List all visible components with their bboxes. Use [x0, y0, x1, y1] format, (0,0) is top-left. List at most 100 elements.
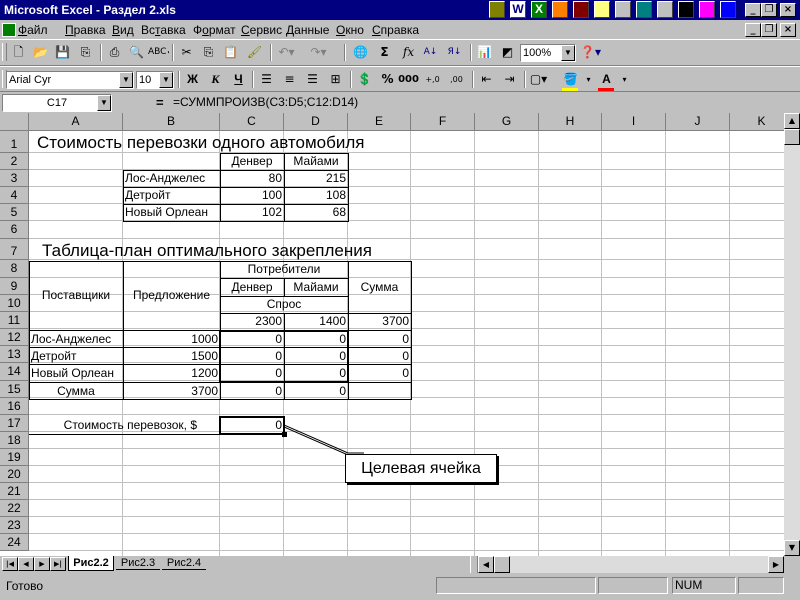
prev-sheet-icon[interactable]: ◀ [18, 557, 34, 571]
total-label[interactable]: Сумма [29, 383, 123, 400]
format-painter-icon[interactable]: 🖌 [244, 43, 265, 62]
column-header-d[interactable]: D [284, 113, 348, 131]
currency-icon[interactable]: 💲 [354, 70, 375, 89]
help-app-icon[interactable] [720, 1, 736, 18]
sum-header[interactable]: Сумма [348, 261, 411, 313]
formula-input[interactable]: =СУММПРОИЗВ(C3:D5;C12:D14) [170, 94, 798, 112]
sheet-tab[interactable]: Рис2.3 [116, 556, 160, 570]
row-header[interactable]: 23 [0, 517, 29, 534]
font-size-select[interactable]: 10 ▼ [136, 71, 174, 89]
column-header-b[interactable]: B [123, 113, 220, 131]
demand-denver[interactable]: 2300 [220, 313, 284, 330]
row-header[interactable]: 7 [0, 239, 29, 260]
align-center-icon[interactable]: ≡ [279, 70, 300, 89]
consumer-miami[interactable]: Майами [284, 279, 348, 296]
drawing-icon[interactable]: ◩ [497, 43, 518, 62]
vertical-scroll-thumb[interactable] [784, 129, 800, 145]
chart-wizard-icon[interactable]: 📊 [474, 43, 495, 62]
sheet-tab[interactable]: Рис2.4 [162, 556, 206, 570]
scroll-down-icon[interactable]: ▼ [784, 540, 800, 556]
function-icon[interactable]: fx [398, 43, 419, 62]
plan-row-name[interactable]: Новый Орлеан [29, 365, 123, 382]
column-header-c[interactable]: C [220, 113, 284, 131]
word-icon[interactable]: W [510, 1, 526, 18]
cost-row-city[interactable]: Лос-Анджелес [123, 170, 220, 187]
cost-table-title[interactable]: Стоимость перевозки одного автомобиля [35, 133, 366, 153]
horizontal-scrollbar[interactable]: ◀ ▶ [478, 556, 784, 573]
spelling-icon[interactable]: ABC✓ [148, 43, 169, 62]
merge-center-icon[interactable]: ⊞ [325, 70, 346, 89]
vertical-scrollbar[interactable]: ▲ ▼ [784, 113, 800, 556]
thousands-separator-icon[interactable]: 000 [398, 70, 419, 89]
plan-value[interactable]: 0 [284, 365, 348, 382]
row-header[interactable]: 1 [0, 131, 29, 153]
font-name-select[interactable]: Arial Cyr ▼ [6, 71, 134, 89]
row-header[interactable]: 19 [0, 449, 29, 466]
zoom-select[interactable]: 100% ▼ [520, 44, 576, 62]
cost-value[interactable]: 102 [220, 204, 284, 221]
office-assistant-icon[interactable]: ❓▾ [580, 43, 601, 62]
column-header-h[interactable]: H [539, 113, 602, 131]
row-header[interactable]: 13 [0, 346, 29, 363]
row-header[interactable]: 6 [0, 221, 29, 239]
menu-view[interactable]: Вид [112, 23, 134, 37]
zoom-dropdown-icon[interactable]: ▼ [561, 45, 575, 61]
menu-tools[interactable]: Сервис [241, 23, 282, 37]
cost-row-city[interactable]: Детройт [123, 187, 220, 204]
demand-miami[interactable]: 1400 [284, 313, 348, 330]
autosum-icon[interactable]: Σ [374, 43, 395, 62]
target-cell-callout[interactable]: Целевая ячейка [345, 454, 497, 483]
copy-icon[interactable]: ⎘ [198, 43, 219, 62]
menu-window[interactable]: Окно [336, 23, 364, 37]
select-all-corner[interactable] [0, 113, 29, 131]
underline-button[interactable]: Ч [228, 70, 249, 89]
row-header[interactable]: 16 [0, 398, 29, 415]
menu-help[interactable]: Справка [372, 23, 419, 37]
app-minimize-button[interactable]: _ [745, 3, 761, 17]
office-app-icon[interactable] [657, 1, 673, 18]
plan-value[interactable]: 0 [284, 348, 348, 365]
access-icon[interactable] [573, 1, 589, 18]
sort-ascending-icon[interactable]: A↓ [420, 43, 441, 62]
italic-button[interactable]: К [205, 70, 226, 89]
menu-format[interactable]: Формат [193, 23, 236, 37]
row-header[interactable]: 18 [0, 432, 29, 449]
scroll-right-icon[interactable]: ▶ [768, 556, 784, 573]
binder-save-icon[interactable]: ⎘ [75, 43, 96, 62]
cost-value[interactable]: 215 [284, 170, 348, 187]
row-header[interactable]: 8 [0, 260, 29, 278]
save-icon[interactable]: 💾 [52, 43, 73, 62]
column-header-i[interactable]: I [602, 113, 666, 131]
plan-row-supply[interactable]: 1000 [123, 331, 220, 348]
toolbar-grip[interactable] [2, 43, 7, 61]
monitor-icon[interactable] [678, 1, 694, 18]
cost-value[interactable]: 100 [220, 187, 284, 204]
print-preview-icon[interactable]: 🔍 [126, 43, 147, 62]
menu-insert[interactable]: Вставка [141, 23, 186, 37]
supply-header[interactable]: Предложение [123, 261, 220, 330]
row-header[interactable]: 14 [0, 363, 29, 381]
outlook-icon[interactable] [594, 1, 610, 18]
plan-value[interactable]: 0 [284, 331, 348, 348]
column-header-g[interactable]: G [475, 113, 539, 131]
borders-icon[interactable]: ▢▾ [528, 70, 549, 89]
folder-icon[interactable] [615, 1, 631, 18]
taskbar-app-icon[interactable] [489, 1, 505, 18]
plan-table-title[interactable]: Таблица-план оптимального закрепления [40, 240, 374, 261]
new-icon[interactable]: 🗋 [8, 43, 29, 62]
row-header[interactable]: 12 [0, 329, 29, 346]
scroll-up-icon[interactable]: ▲ [784, 113, 800, 129]
next-sheet-icon[interactable]: ▶ [34, 557, 50, 571]
column-header-e[interactable]: E [348, 113, 411, 131]
font-name-dropdown-icon[interactable]: ▼ [119, 72, 133, 88]
plan-row-supply[interactable]: 1200 [123, 365, 220, 382]
align-left-icon[interactable]: ☰ [256, 70, 277, 89]
scroll-left-icon[interactable]: ◀ [478, 556, 494, 573]
paint-icon[interactable] [699, 1, 715, 18]
column-header-j[interactable]: J [666, 113, 730, 131]
row-header[interactable]: 17 [0, 415, 29, 432]
row-header[interactable]: 3 [0, 170, 29, 187]
plan-value[interactable]: 0 [220, 348, 284, 365]
formula-equals-sign[interactable]: = [156, 95, 164, 110]
cost-value[interactable]: 108 [284, 187, 348, 204]
